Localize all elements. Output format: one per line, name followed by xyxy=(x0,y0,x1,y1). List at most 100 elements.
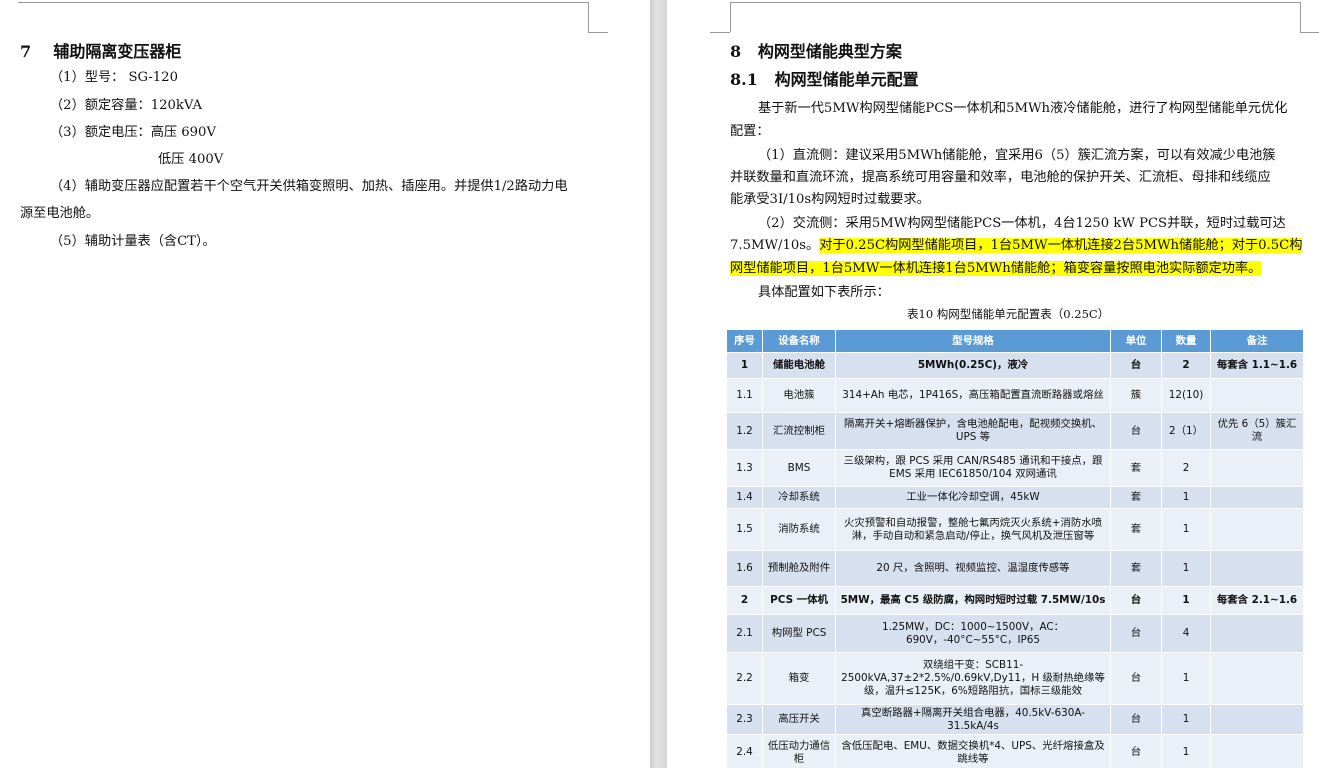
cell-spec: 三级架构，跟 PCS 采用 CAN/RS485 通讯和干接点，跟 EMS 采用 … xyxy=(835,449,1111,487)
cell-device: 储能电池舱 xyxy=(762,352,836,379)
cell-index: 1.2 xyxy=(726,412,763,450)
cell-unit: 台 xyxy=(1110,352,1162,379)
highlighted-text: 对于0.25C构网型储能项目，1台5MW一体机连接2台5MWh储能舱；对于0.5… xyxy=(819,238,1303,253)
cell-qty: 1 xyxy=(1161,550,1211,587)
cell-qty: 2（1） xyxy=(1161,412,1211,450)
cell-unit: 台 xyxy=(1110,586,1162,615)
cell-qty: 1 xyxy=(1161,734,1211,768)
crop-mark xyxy=(588,2,589,32)
margin-line xyxy=(730,2,1300,3)
cell-remark xyxy=(1210,449,1304,487)
table-row: 2 PCS 一体机 5MW，最高 C5 级防腐，构网时短时过载 7.5MW/10… xyxy=(726,586,1304,615)
cell-device: 箱变 xyxy=(762,652,836,705)
cell-unit: 台 xyxy=(1110,614,1162,653)
cell-device: 消防系统 xyxy=(762,508,836,551)
cell-spec: 314+Ah 电芯，1P416S，高压箱配置直流断路器或熔丝 xyxy=(835,378,1111,413)
cell-remark xyxy=(1210,614,1304,653)
cell-device: BMS xyxy=(762,449,836,487)
cell-unit: 台 xyxy=(1110,704,1162,735)
cell-qty: 1 xyxy=(1161,652,1211,705)
cell-unit: 台 xyxy=(1110,412,1162,450)
cell-spec: 双绕组干变：SCB11-2500kVA,37±2*2.5%/0.69kV,Dy1… xyxy=(835,652,1111,705)
highlighted-text: 网型储能项目，1台5MW一体机连接1台5MWh储能舱；箱变容量按照电池实际额定功… xyxy=(730,261,1262,276)
cell-qty: 1 xyxy=(1161,508,1211,551)
config-table: 序号 设备名称 型号规格 单位 数量 备注 1 储能电池舱 5MWh(0.25C… xyxy=(726,329,1304,768)
section-number: 8 xyxy=(730,42,742,61)
cell-spec: 真空断路器+隔离开关组合电器，40.5kV-630A-31.5kA/4s xyxy=(835,704,1111,735)
paragraph-dc-line2: 并联数量和直流环流，提高系统可用容量和效率，电池舱的保护开关、汇流柜、母排和线缆… xyxy=(730,170,1271,185)
table-row: 1.2 汇流控制柜 隔离开关+熔断器保护，含电池舱配电，配视频交换机、UPS 等… xyxy=(726,412,1304,450)
cell-unit: 套 xyxy=(1110,449,1162,487)
table-row: 1.6 预制舱及附件 20 尺，含照明、视频监控、温湿度传感等 套 1 xyxy=(726,550,1304,587)
header-index: 序号 xyxy=(726,329,763,353)
section-heading-8: 8 构网型储能典型方案 xyxy=(730,41,902,63)
cell-device: 电池簇 xyxy=(762,378,836,413)
item-aux-transformer-cont: 源至电池舱。 xyxy=(20,206,100,221)
paragraph-intro-line1: 基于新一代5MW构网型储能PCS一体机和5MWh液冷储能舱，进行了构网型储能单元… xyxy=(758,101,1288,116)
cell-spec: 含低压配电、EMU、数据交换机*4、UPS、光纤熔接盒及跳线等 xyxy=(835,734,1111,768)
table-row: 1.4 冷却系统 工业一体化冷却空调，45kW 套 1 xyxy=(726,486,1304,509)
cell-remark xyxy=(1210,652,1304,705)
cell-index: 2 xyxy=(726,586,763,615)
cell-device: 冷却系统 xyxy=(762,486,836,509)
item-voltage-low: 低压 400V xyxy=(158,152,224,167)
cell-unit: 套 xyxy=(1110,508,1162,551)
crop-mark xyxy=(710,32,730,33)
cell-device: 构网型 PCS xyxy=(762,614,836,653)
cell-unit: 台 xyxy=(1110,734,1162,768)
cell-spec: 5MWh(0.25C)，液冷 xyxy=(835,352,1111,379)
cell-spec: 火灾预警和自动报警，整舱七氟丙烷灭火系统+消防水喷淋，手动自动和紧急启动/停止，… xyxy=(835,508,1111,551)
paragraph-ac-line2: 7.5MW/10s。对于0.25C构网型储能项目，1台5MW一体机连接2台5MW… xyxy=(730,237,1303,255)
item-model: （1）型号： SG-120 xyxy=(50,70,178,85)
section-number: 8.1 xyxy=(730,70,758,89)
page-gap xyxy=(650,0,667,768)
cell-device: 汇流控制柜 xyxy=(762,412,836,450)
paragraph-intro-line2: 配置： xyxy=(730,124,770,139)
cell-remark xyxy=(1210,550,1304,587)
cell-spec: 20 尺，含照明、视频监控、温湿度传感等 xyxy=(835,550,1111,587)
cell-qty: 1 xyxy=(1161,704,1211,735)
table-row: 1.1 电池簇 314+Ah 电芯，1P416S，高压箱配置直流断路器或熔丝 簇… xyxy=(726,378,1304,413)
crop-mark xyxy=(588,32,608,33)
header-qty: 数量 xyxy=(1161,329,1211,353)
cell-index: 1 xyxy=(726,352,763,379)
cell-unit: 台 xyxy=(1110,652,1162,705)
table-row: 2.2 箱变 双绕组干变：SCB11-2500kVA,37±2*2.5%/0.6… xyxy=(726,652,1304,705)
cell-index: 2.3 xyxy=(726,704,763,735)
section-title: 构网型储能单元配置 xyxy=(774,70,919,89)
header-spec: 型号规格 xyxy=(835,329,1111,353)
cell-remark: 每套含 1.1~1.6 xyxy=(1210,352,1304,379)
paragraph-dc-line1: （1）直流侧：建议采用5MWh储能舱，宜采用6（5）簇汇流方案，可以有效减少电池… xyxy=(758,148,1276,163)
cell-remark xyxy=(1210,704,1304,735)
cell-qty: 2 xyxy=(1161,352,1211,379)
header-device: 设备名称 xyxy=(762,329,836,353)
cell-index: 2.4 xyxy=(726,734,763,768)
section-heading-8-1: 8.1 构网型储能单元配置 xyxy=(730,69,919,91)
document-page-left: 7 辅助隔离变压器柜 （1）型号： SG-120 （2）额定容量：120kVA … xyxy=(0,0,650,768)
cell-spec: 5MW，最高 C5 级防腐，构网时短时过载 7.5MW/10s xyxy=(835,586,1111,615)
item-aux-transformer: （4）辅助变压器应配置若干个空气开关供箱变照明、加热、插座用。并提供1/2路动力… xyxy=(50,179,568,194)
section-title: 构网型储能典型方案 xyxy=(757,42,902,61)
crop-mark xyxy=(1300,2,1301,32)
section-number: 7 xyxy=(20,42,32,61)
cell-remark: 每套含 2.1~1.6 xyxy=(1210,586,1304,615)
cell-device: 高压开关 xyxy=(762,704,836,735)
cell-remark xyxy=(1210,508,1304,551)
cell-qty: 1 xyxy=(1161,486,1211,509)
cell-unit: 套 xyxy=(1110,550,1162,587)
table-caption: 表10 构网型储能单元配置表（0.25C） xyxy=(907,307,1110,321)
cell-spec: 工业一体化冷却空调，45kW xyxy=(835,486,1111,509)
header-unit: 单位 xyxy=(1110,329,1162,353)
cell-index: 2.2 xyxy=(726,652,763,705)
section-heading-7: 7 辅助隔离变压器柜 xyxy=(20,41,181,63)
crop-mark xyxy=(730,2,731,32)
cell-index: 1.1 xyxy=(726,378,763,413)
cell-remark xyxy=(1210,734,1304,768)
item-meter: （5）辅助计量表（含CT）。 xyxy=(50,234,216,249)
table-header-row: 序号 设备名称 型号规格 单位 数量 备注 xyxy=(726,329,1304,353)
cell-remark xyxy=(1210,486,1304,509)
paragraph-detail: 具体配置如下表所示： xyxy=(758,285,890,300)
cell-remark: 优先 6（5）簇汇流 xyxy=(1210,412,1304,450)
cell-unit: 簇 xyxy=(1110,378,1162,413)
cell-spec: 隔离开关+熔断器保护，含电池舱配电，配视频交换机、UPS 等 xyxy=(835,412,1111,450)
